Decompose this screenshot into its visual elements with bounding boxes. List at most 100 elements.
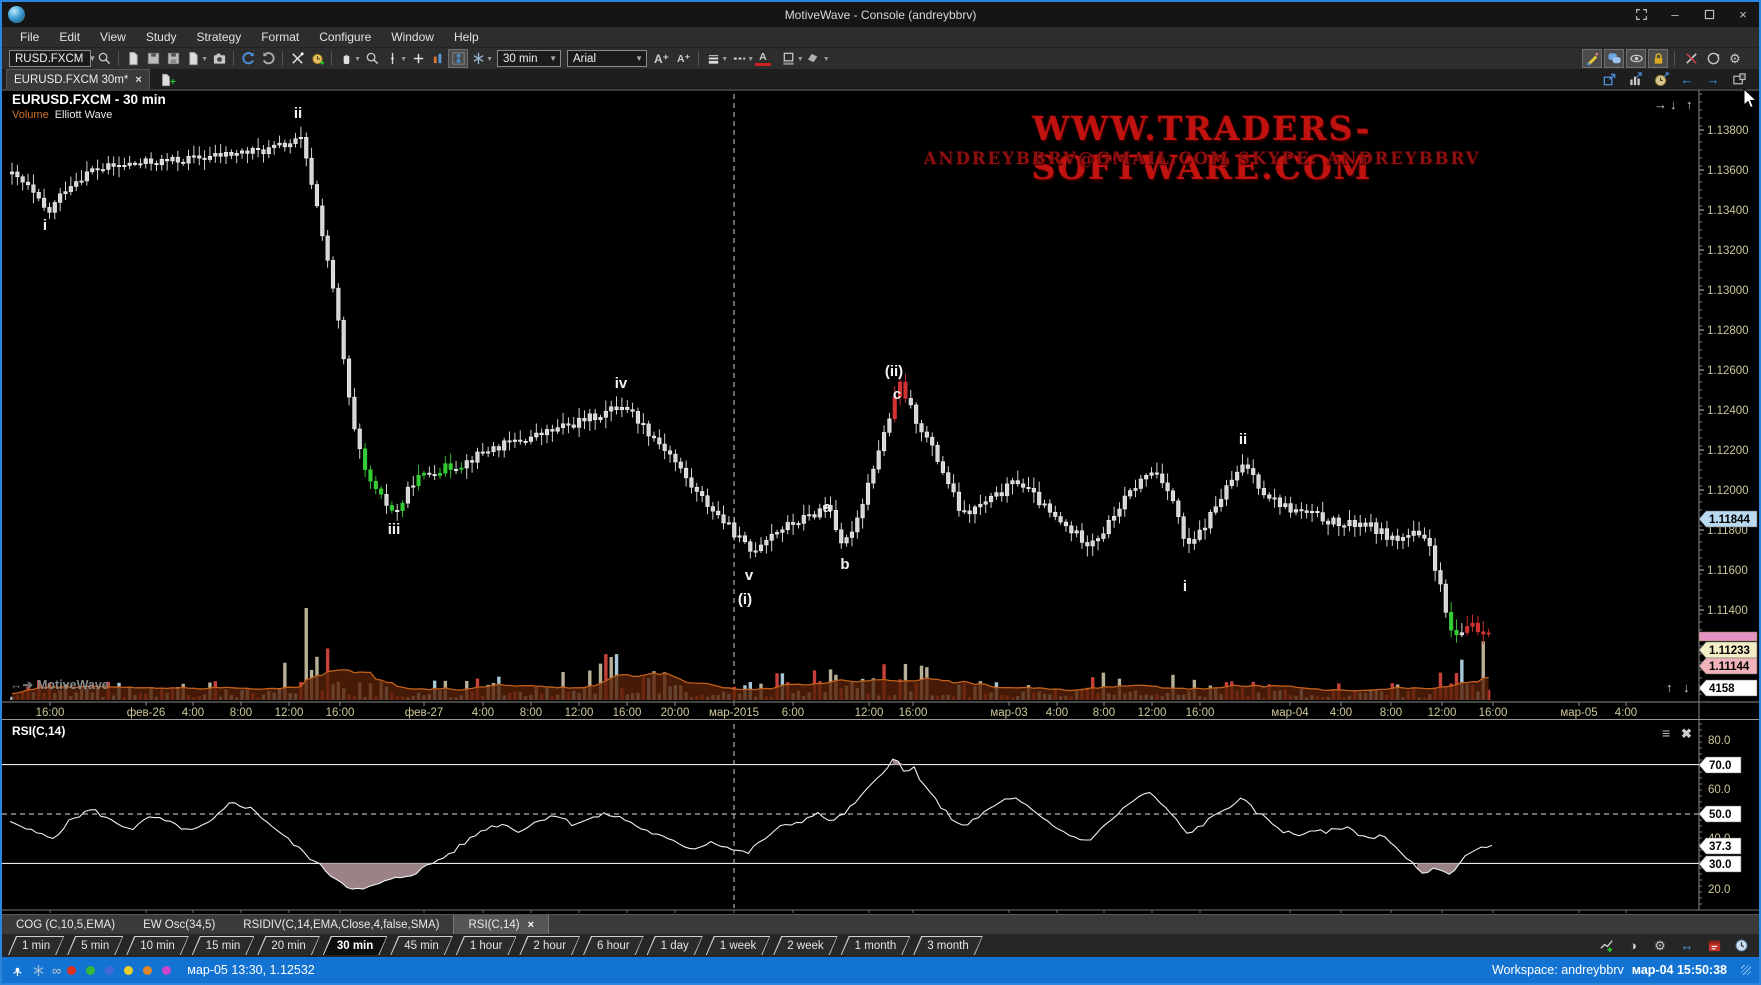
maximize-button[interactable] [1701,7,1717,23]
forward-arrow-icon[interactable]: → [1703,70,1723,89]
export-icon[interactable]: ▼ [183,49,203,68]
chart-area[interactable]: EURUSD.FXCM - 30 min VolumeElliott Wave … [2,89,1759,983]
zoom-tool-icon[interactable] [362,49,382,68]
lock-chart-icon[interactable] [1648,49,1668,68]
pan-resize-icon[interactable]: ↔ [1677,936,1697,955]
timeframe-tab-3-month[interactable]: 3 month [913,936,983,955]
menu-view[interactable]: View [90,28,136,46]
timeframe-tab-1-week[interactable]: 1 week [706,936,770,955]
comments-icon[interactable] [1604,49,1624,68]
minimize-button[interactable]: – [1667,7,1683,23]
line-style-icon[interactable]: ▼ [729,49,749,68]
close-tab-icon[interactable]: × [135,74,141,86]
font-decrease-icon[interactable]: A⁺ [673,53,694,65]
fill-color-icon[interactable]: ▼ [805,49,825,68]
svg-text:50.0: 50.0 [1709,809,1731,821]
close-button[interactable]: × [1735,7,1751,23]
symbol-combo[interactable]: RUSD.FXCM▼ [9,50,91,67]
fullscreen-button[interactable] [1633,7,1649,23]
settings-gear-icon[interactable]: ⚙ [1725,49,1745,68]
gear-chart-icon[interactable]: ⚙ [1650,936,1670,955]
rsi-panel-canvas[interactable]: 80.060.040.020.070.050.037.330.0RSI(C,14… [2,719,1759,914]
back-arrow-icon[interactable]: ← [1677,70,1697,89]
svg-text:16:00: 16:00 [326,707,355,719]
replay-icon[interactable] [1703,49,1723,68]
study-tab-cog[interactable]: COG (C,10,5,EMA) [2,915,129,935]
panel-toggle-icon[interactable] [1729,70,1749,89]
menu-help[interactable]: Help [444,28,489,46]
new-study-icon[interactable] [1596,936,1616,955]
connection-icon[interactable] [10,963,25,978]
search-icon[interactable] [94,49,114,68]
timeframe-tab-6-hour[interactable]: 6 hour [583,936,644,955]
border-color-icon[interactable]: ▼ [779,49,799,68]
time-money-icon[interactable] [1651,70,1671,89]
resize-grip[interactable] [1741,965,1751,975]
clock-icon[interactable] [1731,936,1751,955]
svg-text:1.11233: 1.11233 [1709,645,1750,657]
study-tab-ew-osc[interactable]: EW Osc(34,5) [129,915,229,935]
study-tab-rsi[interactable]: RSI(C,14)× [453,915,549,935]
close-study-icon[interactable]: × [528,919,534,931]
time-axis-lock-icon[interactable] [448,49,468,68]
timeframe-tab-30-min[interactable]: 30 min [323,936,387,955]
svg-text:12:00: 12:00 [855,707,884,719]
line-width-icon[interactable]: ▼ [703,49,723,68]
strategy-wand-icon[interactable] [287,49,307,68]
visibility-icon[interactable] [1626,49,1646,68]
infinity-icon[interactable]: ∞ [52,964,61,977]
timeframe-tab-5-min[interactable]: 5 min [67,936,123,955]
menu-configure[interactable]: Configure [309,28,381,46]
timeframe-tab-10-min[interactable]: 10 min [126,936,189,955]
new-chart-icon[interactable] [123,49,143,68]
timeframe-combo[interactable]: 30 min▼ [497,50,561,67]
svg-text:1.12400: 1.12400 [1707,405,1749,417]
study-tab-rsidiv[interactable]: RSIDIV(C,14,EMA,Close,4,false,SMA) [229,915,453,935]
alert-clock-icon[interactable] [307,49,327,68]
redo-icon[interactable] [258,49,278,68]
save-all-icon[interactable] [163,49,183,68]
degree-tool-icon[interactable]: ▼ [468,49,488,68]
edit-study-icon[interactable] [1582,49,1602,68]
timeframe-tab-1-day[interactable]: 1 day [647,936,703,955]
timeframe-tab-1-min[interactable]: 1 min [8,936,64,955]
crosshair-tool-icon[interactable]: ▼ [382,49,402,68]
add-component-icon[interactable] [408,49,428,68]
tools-icon[interactable] [1681,49,1701,68]
chart-analysis-icon[interactable] [1625,70,1645,89]
theme-icon[interactable]: ◑ [1623,936,1643,955]
menu-strategy[interactable]: Strategy [187,28,252,46]
chart-type-icon[interactable] [428,49,448,68]
svg-text:1.13600: 1.13600 [1707,165,1749,177]
menu-edit[interactable]: Edit [49,28,90,46]
font-increase-icon[interactable]: A⁺ [650,52,673,66]
timeframe-tab-45-min[interactable]: 45 min [390,936,453,955]
new-tab-icon[interactable]: + [156,70,176,89]
svg-text:16:00: 16:00 [1186,707,1215,719]
timeframe-tab-20-min[interactable]: 20 min [257,936,320,955]
undo-icon[interactable] [238,49,258,68]
axis-scroll-arrow-icon: → [1654,97,1667,112]
screenshot-icon[interactable] [209,49,229,68]
menu-format[interactable]: Format [251,28,309,46]
menu-file[interactable]: File [10,28,49,46]
font-combo[interactable]: Arial▼ [567,50,647,67]
menu-window[interactable]: Window [381,28,444,46]
main-chart-canvas[interactable]: iiiiiiivv(i)ab(ii)ciii1.138001.136001.13… [2,89,1759,719]
menu-study[interactable]: Study [136,28,187,46]
timeframe-tab-1-month[interactable]: 1 month [841,936,911,955]
rsi-label: RSI(C,14) [12,724,65,738]
chart-tab-eurusd[interactable]: EURUSD.FXCM 30m* × [6,69,150,89]
snowflake-icon[interactable] [31,963,46,978]
calendar-icon[interactable] [1704,936,1724,955]
timeframe-tab-2-hour[interactable]: 2 hour [519,936,580,955]
timeframe-tab-15-min[interactable]: 15 min [192,936,255,955]
title-bar[interactable]: MotiveWave - Console (andreybbrv) –× [2,2,1759,27]
font-color-icon[interactable]: A [755,51,771,66]
timeframe-tab-1-hour[interactable]: 1 hour [456,936,517,955]
save-icon[interactable] [143,49,163,68]
timeframe-tab-2-week[interactable]: 2 week [773,936,837,955]
open-window-icon[interactable] [1599,70,1619,89]
pan-hand-icon[interactable]: ▼ [336,49,356,68]
time-axis: 16:00фев-264:008:0012:0016:00фев-274:008… [36,702,1638,719]
